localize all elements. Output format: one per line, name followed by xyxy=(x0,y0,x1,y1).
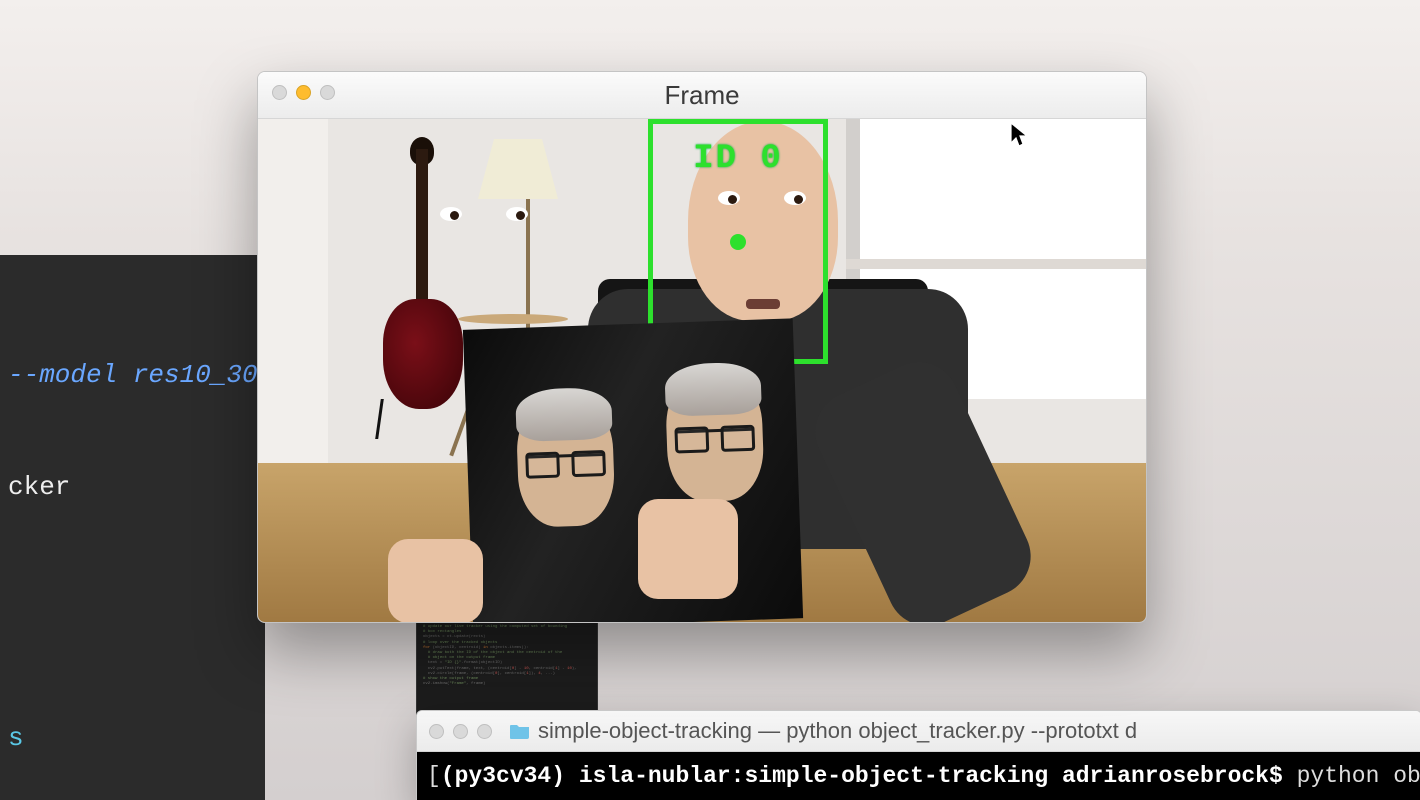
minimize-icon[interactable] xyxy=(453,724,468,739)
folder-icon xyxy=(510,723,530,739)
detection-label: ID 0 xyxy=(693,140,783,178)
terminal-window[interactable]: simple-object-tracking — python object_t… xyxy=(416,710,1420,800)
video-frame: ID 0 ID 2 ID 3 xyxy=(258,119,1146,623)
terminal-arg-line: --model res10_300 xyxy=(0,355,265,397)
background-terminal: --model res10_300 cker s xyxy=(0,255,265,800)
shell-command: python object xyxy=(1297,763,1420,789)
terminal-title: simple-object-tracking — python object_t… xyxy=(538,718,1137,744)
guitar xyxy=(378,149,468,429)
opencv-window-title: Frame xyxy=(664,80,739,111)
traffic-lights xyxy=(272,85,335,100)
traffic-lights xyxy=(429,724,492,739)
maximize-icon[interactable] xyxy=(320,85,335,100)
desktop: --model res10_300 cker s # update our li… xyxy=(0,0,1420,800)
venv-name: (py3cv34) xyxy=(441,763,565,789)
code-editor-thumbnail: # update our live tracker using the comp… xyxy=(416,620,598,722)
terminal-body[interactable]: [(py3cv34) isla-nublar:simple-object-tra… xyxy=(417,752,1420,800)
opencv-frame-window[interactable]: Frame xyxy=(257,71,1147,623)
close-icon[interactable] xyxy=(272,85,287,100)
album-cover xyxy=(463,318,803,623)
maximize-icon[interactable] xyxy=(477,724,492,739)
close-icon[interactable] xyxy=(429,724,444,739)
terminal-path-line: cker xyxy=(0,467,265,509)
terminal-titlebar[interactable]: simple-object-tracking — python object_t… xyxy=(417,711,1420,752)
opencv-titlebar[interactable]: Frame xyxy=(258,72,1146,119)
terminal-status-line: s xyxy=(0,718,265,760)
centroid-dot-icon xyxy=(730,234,746,250)
minimize-icon[interactable] xyxy=(296,85,311,100)
shell-prompt: isla-nublar:simple-object-tracking adria… xyxy=(579,763,1283,789)
